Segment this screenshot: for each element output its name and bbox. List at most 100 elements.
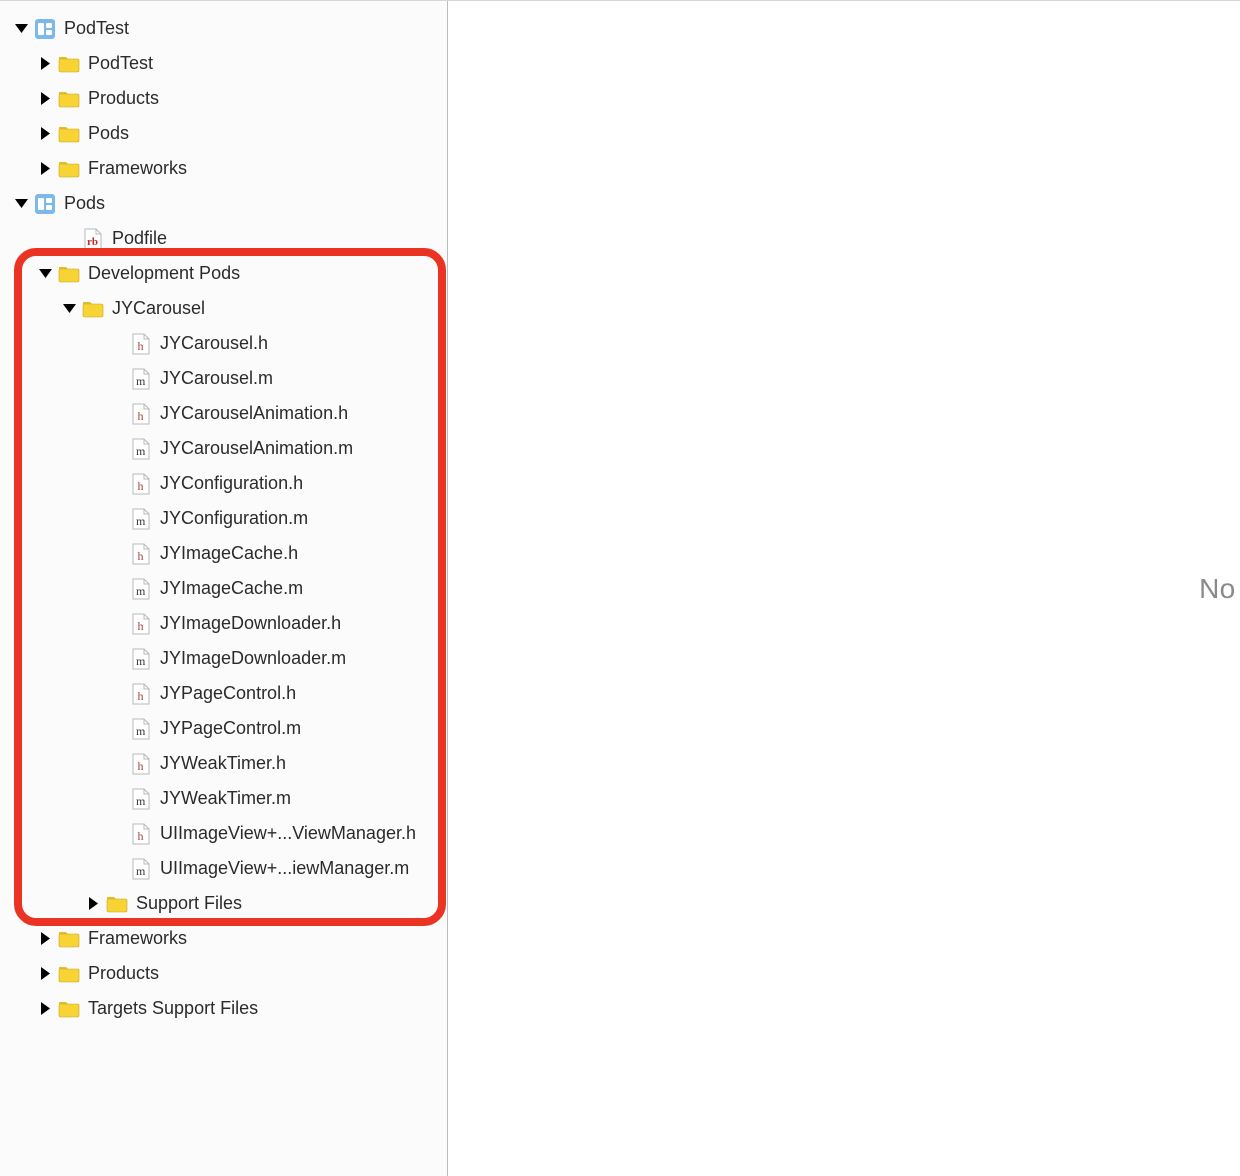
header-file-icon bbox=[130, 543, 152, 565]
xcode-project-icon bbox=[34, 193, 56, 215]
folder-icon bbox=[82, 298, 104, 320]
app-window: PodTest PodTest Products Pods Framew bbox=[0, 0, 1240, 1176]
tree-row-file[interactable]: JYPageControl.m bbox=[0, 711, 447, 746]
tree-row-file[interactable]: JYCarouselAnimation.m bbox=[0, 431, 447, 466]
tree-label: Podfile bbox=[112, 228, 167, 249]
tree-row-project-podtest[interactable]: PodTest bbox=[0, 11, 447, 46]
tree-label: Pods bbox=[88, 123, 129, 144]
tree-label: JYConfiguration.h bbox=[160, 473, 303, 494]
tree-label: JYConfiguration.m bbox=[160, 508, 308, 529]
tree-row-folder-development-pods[interactable]: Development Pods bbox=[0, 256, 447, 291]
tree-row-project-pods[interactable]: Pods bbox=[0, 186, 447, 221]
tree-label: JYCarousel.h bbox=[160, 333, 268, 354]
disclosure-spacer bbox=[108, 825, 126, 843]
tree-label: JYPageControl.h bbox=[160, 683, 296, 704]
tree-row-folder-targets-support[interactable]: Targets Support Files bbox=[0, 991, 447, 1026]
disclosure-triangle-right-icon[interactable] bbox=[36, 930, 54, 948]
disclosure-triangle-right-icon[interactable] bbox=[36, 55, 54, 73]
disclosure-spacer bbox=[108, 720, 126, 738]
tree-label: JYCarousel bbox=[112, 298, 205, 319]
disclosure-spacer bbox=[108, 790, 126, 808]
tree-row-file[interactable]: JYCarouselAnimation.h bbox=[0, 396, 447, 431]
tree-label: JYWeakTimer.h bbox=[160, 753, 286, 774]
tree-label: PodTest bbox=[64, 18, 129, 39]
folder-icon bbox=[58, 123, 80, 145]
disclosure-spacer bbox=[108, 405, 126, 423]
folder-icon bbox=[58, 998, 80, 1020]
tree-row-file[interactable]: JYImageDownloader.h bbox=[0, 606, 447, 641]
header-file-icon bbox=[130, 823, 152, 845]
impl-file-icon bbox=[130, 438, 152, 460]
tree-row-file[interactable]: JYPageControl.h bbox=[0, 676, 447, 711]
disclosure-triangle-right-icon[interactable] bbox=[36, 160, 54, 178]
disclosure-spacer bbox=[108, 510, 126, 528]
tree-row-folder-frameworks-2[interactable]: Frameworks bbox=[0, 921, 447, 956]
tree-row-folder-products-2[interactable]: Products bbox=[0, 956, 447, 991]
tree-row-file[interactable]: JYImageCache.h bbox=[0, 536, 447, 571]
disclosure-spacer bbox=[108, 860, 126, 878]
editor-area: No Ed bbox=[448, 1, 1240, 1176]
no-editor-placeholder: No Ed bbox=[1199, 573, 1240, 605]
tree-row-file[interactable]: JYWeakTimer.m bbox=[0, 781, 447, 816]
tree-row-file[interactable]: UIImageView+...ViewManager.h bbox=[0, 816, 447, 851]
disclosure-spacer bbox=[108, 580, 126, 598]
tree-row-file-podfile[interactable]: Podfile bbox=[0, 221, 447, 256]
tree-label: JYImageCache.m bbox=[160, 578, 303, 599]
disclosure-spacer bbox=[108, 370, 126, 388]
header-file-icon bbox=[130, 753, 152, 775]
tree-label: Development Pods bbox=[88, 263, 240, 284]
disclosure-triangle-right-icon[interactable] bbox=[36, 125, 54, 143]
tree-label: Pods bbox=[64, 193, 105, 214]
disclosure-triangle-right-icon[interactable] bbox=[36, 965, 54, 983]
tree-label: JYCarouselAnimation.h bbox=[160, 403, 348, 424]
tree-label: Targets Support Files bbox=[88, 998, 258, 1019]
xcode-project-icon bbox=[34, 18, 56, 40]
impl-file-icon bbox=[130, 788, 152, 810]
tree-row-folder-jycarousel[interactable]: JYCarousel bbox=[0, 291, 447, 326]
tree-label: JYImageDownloader.m bbox=[160, 648, 346, 669]
impl-file-icon bbox=[130, 648, 152, 670]
ruby-file-icon bbox=[82, 228, 104, 250]
folder-icon bbox=[58, 53, 80, 75]
tree-row-file[interactable]: JYImageCache.m bbox=[0, 571, 447, 606]
tree-row-file[interactable]: JYConfiguration.h bbox=[0, 466, 447, 501]
tree-label: UIImageView+...iewManager.m bbox=[160, 858, 409, 879]
folder-icon bbox=[106, 893, 128, 915]
header-file-icon bbox=[130, 683, 152, 705]
tree-label: JYPageControl.m bbox=[160, 718, 301, 739]
disclosure-triangle-down-icon[interactable] bbox=[36, 265, 54, 283]
tree-label: PodTest bbox=[88, 53, 153, 74]
tree-row-folder-podtest[interactable]: PodTest bbox=[0, 46, 447, 81]
header-file-icon bbox=[130, 403, 152, 425]
impl-file-icon bbox=[130, 578, 152, 600]
tree-row-folder-products[interactable]: Products bbox=[0, 81, 447, 116]
tree-row-file[interactable]: UIImageView+...iewManager.m bbox=[0, 851, 447, 886]
project-navigator-sidebar[interactable]: PodTest PodTest Products Pods Framew bbox=[0, 1, 448, 1176]
disclosure-spacer bbox=[108, 335, 126, 353]
tree-label: JYCarousel.m bbox=[160, 368, 273, 389]
tree-row-file[interactable]: JYImageDownloader.m bbox=[0, 641, 447, 676]
tree-label: Support Files bbox=[136, 893, 242, 914]
tree-label: JYWeakTimer.m bbox=[160, 788, 291, 809]
tree-row-file[interactable]: JYWeakTimer.h bbox=[0, 746, 447, 781]
tree-row-folder-frameworks[interactable]: Frameworks bbox=[0, 151, 447, 186]
disclosure-triangle-right-icon[interactable] bbox=[84, 895, 102, 913]
disclosure-spacer bbox=[108, 650, 126, 668]
disclosure-triangle-down-icon[interactable] bbox=[60, 300, 78, 318]
tree-row-folder-support-files[interactable]: Support Files bbox=[0, 886, 447, 921]
disclosure-spacer bbox=[108, 615, 126, 633]
tree-label: Frameworks bbox=[88, 158, 187, 179]
tree-row-folder-pods[interactable]: Pods bbox=[0, 116, 447, 151]
impl-file-icon bbox=[130, 858, 152, 880]
tree-label: JYCarouselAnimation.m bbox=[160, 438, 353, 459]
tree-row-file[interactable]: JYConfiguration.m bbox=[0, 501, 447, 536]
disclosure-triangle-right-icon[interactable] bbox=[36, 90, 54, 108]
tree-row-file[interactable]: JYCarousel.m bbox=[0, 361, 447, 396]
disclosure-triangle-right-icon[interactable] bbox=[36, 1000, 54, 1018]
tree-row-file[interactable]: JYCarousel.h bbox=[0, 326, 447, 361]
disclosure-triangle-down-icon[interactable] bbox=[12, 20, 30, 38]
tree-label: Frameworks bbox=[88, 928, 187, 949]
disclosure-spacer bbox=[108, 545, 126, 563]
project-tree: PodTest PodTest Products Pods Framew bbox=[0, 11, 447, 1026]
disclosure-triangle-down-icon[interactable] bbox=[12, 195, 30, 213]
